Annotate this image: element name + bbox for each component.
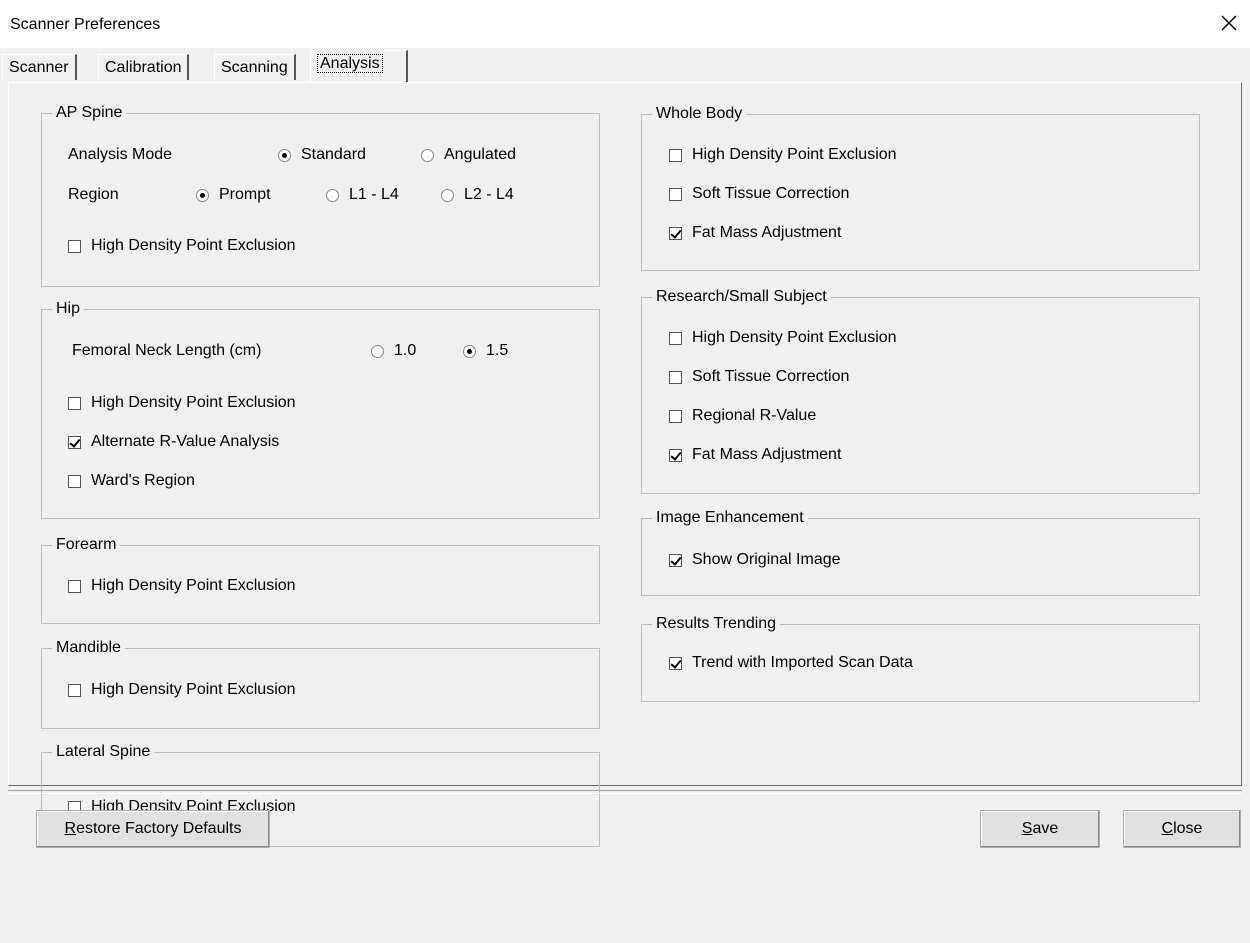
trend-imported-scan-checkbox[interactable]: Trend with Imported Scan Data — [669, 652, 913, 674]
radio-prompt-indicator — [196, 188, 209, 202]
radio-l2-l4-indicator — [441, 188, 454, 202]
checkbox-box — [669, 370, 682, 384]
image-enhancement-title: Image Enhancement — [652, 508, 808, 528]
checkbox-box — [669, 656, 682, 670]
restore-factory-defaults-button[interactable]: Restore Factory Defaults — [36, 810, 270, 848]
tab-calibration-label: Calibration — [105, 59, 182, 76]
close-icon — [1221, 15, 1237, 31]
close-label: lose — [1173, 820, 1203, 837]
restore-label: estore Factory Defaults — [76, 820, 242, 837]
mandible-title: Mandible — [52, 638, 125, 658]
whole-body-fat-mass-checkbox[interactable]: Fat Mass Adjustment — [669, 222, 841, 244]
regional-r-value-checkbox[interactable]: Regional R-Value — [669, 405, 816, 427]
radio-neck-1-0[interactable]: 1.0 — [371, 340, 416, 362]
radio-standard[interactable]: Standard — [278, 144, 366, 166]
research-title: Research/Small Subject — [652, 287, 831, 307]
tab-analysis-label: Analysis — [317, 54, 383, 73]
tab-analysis[interactable]: Analysis — [310, 50, 408, 82]
checkbox-box — [68, 683, 81, 697]
save-button[interactable]: Save — [980, 810, 1100, 848]
tab-scanner[interactable]: Scanner — [2, 54, 77, 80]
ap-spine-title: AP Spine — [52, 103, 127, 123]
radio-angulated-indicator — [421, 148, 434, 162]
region-label: Region — [68, 186, 119, 203]
checkbox-box — [669, 409, 682, 423]
close-button[interactable]: Close — [1123, 810, 1241, 848]
hip-hdpe-checkbox[interactable]: High Density Point Exclusion — [68, 392, 296, 414]
tab-scanning[interactable]: Scanning — [214, 54, 296, 80]
ap-spine-hdpe-checkbox[interactable]: High Density Point Exclusion — [68, 235, 296, 257]
radio-neck-1-5-indicator — [463, 344, 476, 358]
tab-calibration[interactable]: Calibration — [98, 54, 190, 80]
show-original-image-checkbox[interactable]: Show Original Image — [669, 549, 841, 571]
checkbox-box — [68, 396, 81, 410]
radio-neck-1-5[interactable]: 1.5 — [463, 340, 508, 362]
radio-angulated[interactable]: Angulated — [421, 144, 516, 166]
checkbox-box — [669, 331, 682, 345]
analysis-mode-label: Analysis Mode — [68, 146, 173, 163]
whole-body-soft-tissue-checkbox[interactable]: Soft Tissue Correction — [669, 183, 849, 205]
checkbox-box — [68, 435, 81, 449]
checkbox-box — [669, 148, 682, 162]
radio-l1-l4-indicator — [326, 188, 339, 202]
checkbox-box — [669, 187, 682, 201]
checkbox-box — [669, 553, 682, 567]
whole-body-title: Whole Body — [652, 104, 747, 124]
alternate-r-value-checkbox[interactable]: Alternate R-Value Analysis — [68, 431, 279, 453]
research-fat-mass-checkbox[interactable]: Fat Mass Adjustment — [669, 444, 841, 466]
tab-scanning-label: Scanning — [221, 59, 288, 76]
scanner-preferences-dialog: Scanner Preferences Scanner Calibration … — [0, 0, 1250, 943]
tab-strip: Scanner Calibration Scanning Analysis — [0, 48, 1250, 82]
radio-l2-l4[interactable]: L2 - L4 — [441, 184, 514, 206]
radio-standard-indicator — [278, 148, 291, 162]
whole-body-hdpe-checkbox[interactable]: High Density Point Exclusion — [669, 144, 897, 166]
close-window-button[interactable] — [1214, 8, 1244, 38]
save-mnemonic: S — [1021, 820, 1033, 837]
restore-mnemonic: R — [64, 820, 77, 837]
close-mnemonic: C — [1161, 820, 1174, 837]
checkbox-box — [68, 474, 81, 488]
hip-title: Hip — [52, 299, 85, 319]
checkbox-box — [68, 579, 81, 593]
tab-scanner-label: Scanner — [9, 59, 69, 76]
radio-prompt[interactable]: Prompt — [196, 184, 271, 206]
checkbox-box — [68, 239, 81, 253]
results-trending-title: Results Trending — [652, 614, 781, 634]
femoral-neck-length-label: Femoral Neck Length (cm) — [72, 342, 262, 359]
forearm-title: Forearm — [52, 535, 121, 555]
forearm-hdpe-checkbox[interactable]: High Density Point Exclusion — [68, 575, 296, 597]
mandible-hdpe-checkbox[interactable]: High Density Point Exclusion — [68, 679, 296, 701]
window-title: Scanner Preferences — [10, 16, 161, 33]
research-soft-tissue-checkbox[interactable]: Soft Tissue Correction — [669, 366, 849, 388]
ap-spine-group: AP Spine — [41, 103, 600, 287]
checkbox-box — [669, 226, 682, 240]
lateral-spine-title: Lateral Spine — [52, 742, 155, 762]
research-hdpe-checkbox[interactable]: High Density Point Exclusion — [669, 327, 897, 349]
radio-l1-l4[interactable]: L1 - L4 — [326, 184, 399, 206]
save-label: ave — [1032, 820, 1059, 837]
title-bar: Scanner Preferences — [0, 0, 1250, 48]
footer-separator — [8, 790, 1242, 794]
wards-region-checkbox[interactable]: Ward's Region — [68, 470, 195, 492]
checkbox-box — [669, 448, 682, 462]
radio-neck-1-0-indicator — [371, 344, 384, 358]
